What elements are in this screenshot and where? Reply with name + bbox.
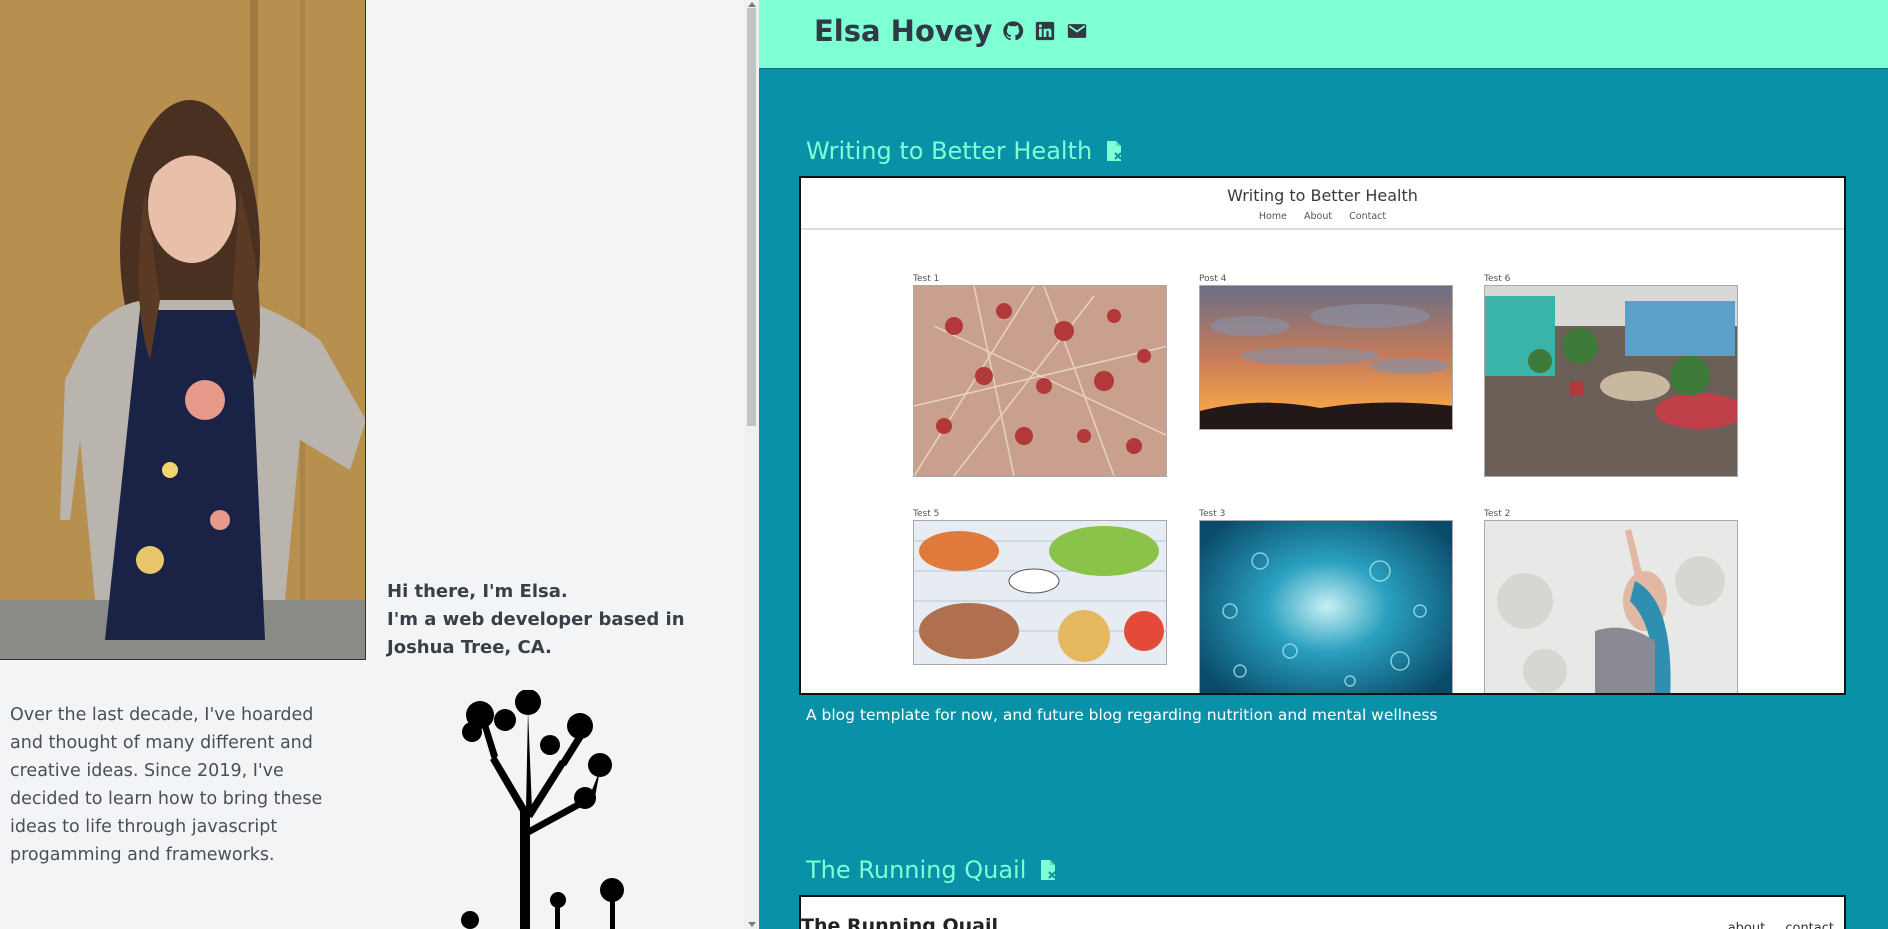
project-heading[interactable]: Writing to Better Health	[806, 137, 1124, 165]
preview-post: Test 3	[1199, 508, 1453, 693]
top-header: Elsa Hovey	[759, 0, 1888, 69]
github-icon[interactable]	[1002, 20, 1024, 42]
post-thumbnail	[1484, 520, 1738, 693]
post-label: Test 6	[1484, 274, 1511, 284]
post-thumbnail	[1484, 285, 1738, 477]
email-icon[interactable]	[1066, 20, 1088, 42]
preview-blog-nav: about contact	[1712, 921, 1834, 929]
preview-post: Test 5	[913, 508, 1167, 665]
preview-blog-title: The Running Quail	[801, 915, 998, 929]
profile-photo	[0, 0, 366, 660]
scrollbar[interactable]	[744, 0, 760, 929]
post-label: Test 2	[1484, 509, 1511, 519]
site-name[interactable]: Elsa Hovey	[814, 14, 992, 48]
preview-nav-about: About	[1304, 211, 1333, 222]
document-icon[interactable]	[1104, 140, 1124, 162]
post-thumbnail	[1199, 285, 1453, 430]
project-title[interactable]: The Running Quail	[806, 856, 1026, 884]
post-thumbnail	[1199, 520, 1453, 693]
profile-panel: Hi there, I'm Elsa. I'm a web developer …	[0, 0, 744, 929]
scroll-thumb[interactable]	[747, 8, 756, 426]
portfolio-main: Elsa Hovey Writing to Better Health Writ…	[759, 0, 1888, 929]
preview-blog-nav: Home About Contact	[801, 211, 1844, 222]
preview-nav-about: about	[1727, 921, 1766, 929]
project-description: A blog template for now, and future blog…	[806, 706, 1438, 724]
post-label: Post 4	[1199, 274, 1227, 284]
scroll-down-arrow-icon[interactable]	[748, 922, 756, 927]
document-icon[interactable]	[1038, 859, 1058, 881]
post-thumbnail	[913, 285, 1167, 477]
preview-nav-home: Home	[1258, 211, 1287, 222]
post-thumbnail	[913, 520, 1167, 665]
preview-blog-title: Writing to Better Health	[1227, 186, 1418, 205]
post-label: Test 1	[913, 274, 940, 284]
intro-text: Hi there, I'm Elsa. I'm a web developer …	[387, 578, 727, 662]
preview-post: Post 4	[1199, 273, 1453, 430]
project-preview-screenshot[interactable]: Writing to Better Health Home About Cont…	[799, 176, 1846, 695]
project-preview-screenshot[interactable]: The Running Quail about contact	[799, 895, 1846, 929]
joshua-tree-silhouette	[461, 690, 624, 929]
post-label: Test 5	[913, 509, 940, 519]
preview-post: Test 6	[1484, 273, 1738, 477]
intro-location: I'm a web developer based in Joshua Tree…	[387, 609, 685, 658]
preview-nav-contact: contact	[1785, 921, 1834, 929]
project-title[interactable]: Writing to Better Health	[806, 137, 1092, 165]
preview-divider	[801, 228, 1844, 230]
post-label: Test 3	[1199, 509, 1226, 519]
preview-post: Test 2	[1484, 508, 1738, 693]
intro-greeting: Hi there, I'm Elsa.	[387, 581, 568, 602]
bio-paragraph: Over the last decade, I've hoarded and t…	[10, 705, 323, 865]
preview-nav-contact: Contact	[1349, 211, 1387, 222]
scroll-up-arrow-icon[interactable]	[748, 2, 756, 7]
linkedin-icon[interactable]	[1034, 20, 1056, 42]
project-heading[interactable]: The Running Quail	[806, 856, 1058, 884]
preview-post: Test 1	[913, 273, 1167, 477]
